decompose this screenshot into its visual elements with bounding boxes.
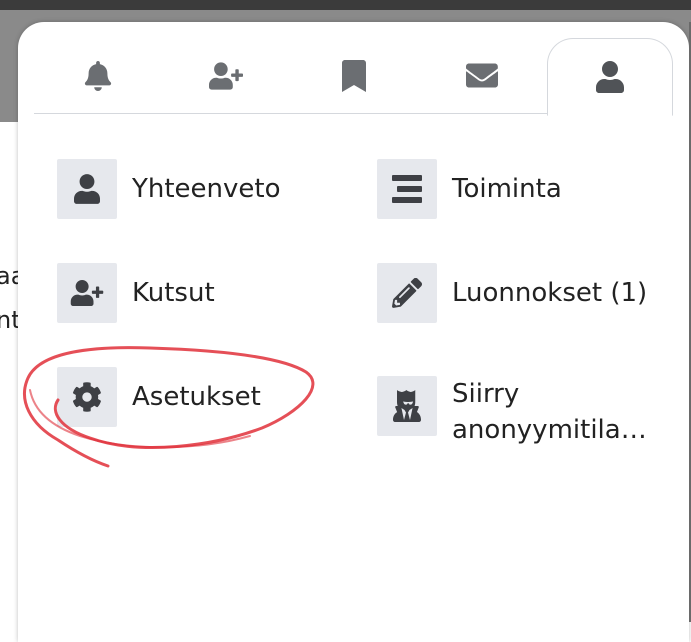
user-menu-tabs [18,22,689,116]
menu-item-invites-label: Kutsut [132,278,215,308]
menu-item-anonymous-mode-label: Siirry anonyymitila… [452,379,647,445]
menu-item-settings-label: Asetukset [132,382,261,412]
menu-item-invites[interactable]: Kutsut [57,263,215,323]
settings-icon-tile [57,367,117,427]
envelope-icon [466,63,498,88]
bell-icon [84,61,112,91]
menu-item-activity[interactable]: Toiminta [377,159,562,219]
menu-item-anonymous-mode[interactable]: Siirry anonyymitila… [377,376,662,448]
menu-item-drafts[interactable]: Luonnokset (1) [377,263,647,323]
summary-icon-tile [57,159,117,219]
menu-item-drafts-label: Luonnokset (1) [452,278,648,308]
drafts-icon-tile [377,263,437,323]
invites-icon-tile [57,263,117,323]
tab-notifications[interactable] [76,54,120,98]
user-menu-panel: Yhteenveto Kutsut Asetukset Toiminta Luo… [18,22,689,642]
bookmark-icon [342,60,366,92]
menu-item-summary-label: Yhteenveto [132,174,281,204]
menu-item-settings[interactable]: Asetukset [57,367,261,427]
tab-profile[interactable] [547,38,673,116]
anonymous-icon-tile [377,376,437,436]
user-secret-icon [393,390,421,422]
background-top-strip [0,0,691,10]
menu-item-activity-label: Toiminta [452,174,562,204]
tab-bookmarks[interactable] [332,54,376,98]
menu-item-summary[interactable]: Yhteenveto [57,159,281,219]
user-icon [74,174,100,204]
tab-invite-user[interactable] [204,54,248,98]
pencil-icon [392,278,422,308]
tab-messages[interactable] [460,54,504,98]
user-icon [596,61,624,93]
gear-icon [72,382,101,412]
user-plus-icon [70,280,104,306]
stream-icon [392,175,422,203]
user-plus-icon [209,62,243,90]
activity-icon-tile [377,159,437,219]
